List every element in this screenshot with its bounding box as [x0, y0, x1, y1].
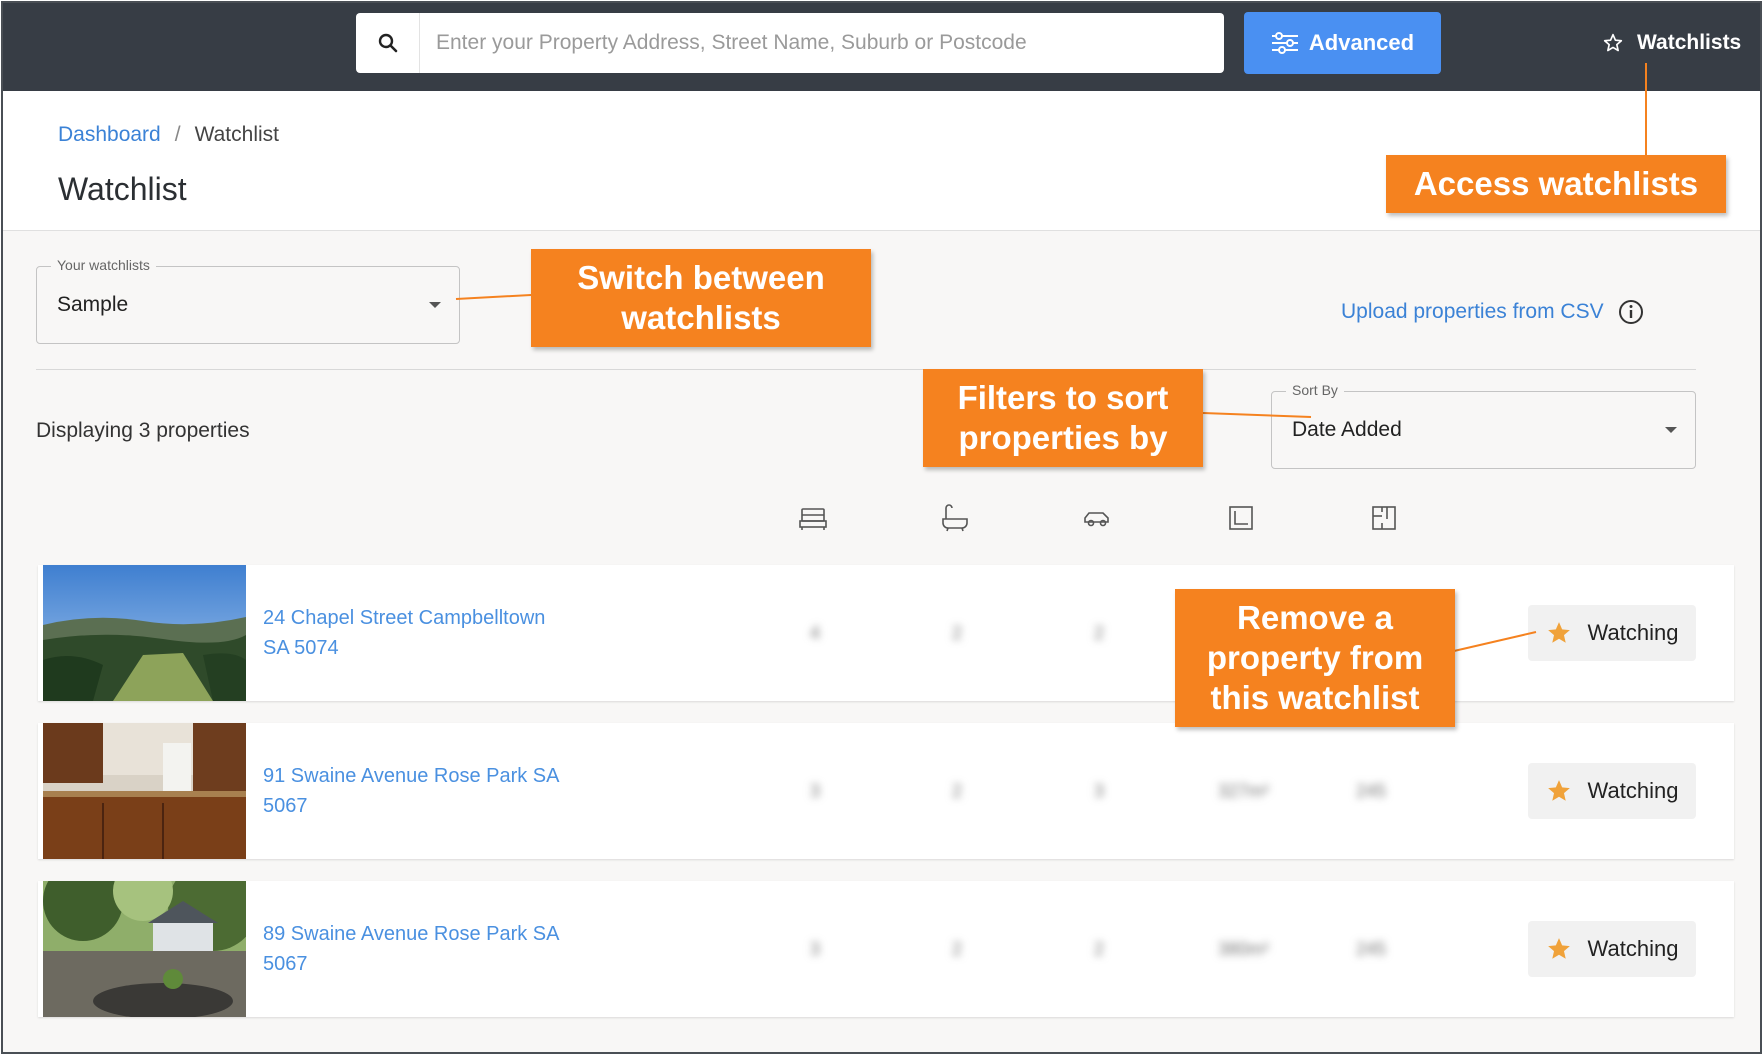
bed-count: 3 — [810, 781, 821, 801]
search-button[interactable] — [356, 13, 420, 73]
advanced-search-button[interactable]: Advanced — [1244, 12, 1441, 74]
watching-toggle-button[interactable]: Watching — [1528, 921, 1696, 977]
sliders-icon — [1271, 32, 1298, 54]
search-input[interactable] — [420, 15, 1224, 71]
bath-count: 2 — [952, 781, 963, 801]
breadcrumb-separator: / — [174, 123, 181, 146]
property-photo[interactable] — [43, 881, 246, 1017]
watchlist-select-value: Sample — [57, 293, 129, 316]
upload-csv-label: Upload properties from CSV — [1341, 300, 1604, 323]
property-photo[interactable] — [43, 565, 246, 701]
chevron-down-icon — [429, 302, 441, 308]
watching-label: Watching — [1587, 936, 1679, 961]
callout-remove-text-2: property from — [1206, 639, 1424, 676]
property-photo-kitchen — [43, 723, 246, 859]
callout-access-watchlists: Access watchlists — [1386, 155, 1726, 213]
callout-access-text: Access watchlists — [1413, 165, 1699, 202]
property-photo-landscape — [43, 565, 246, 701]
watchlists-label: Watchlists — [1637, 31, 1742, 54]
callout-filters-text-2: properties by — [958, 419, 1168, 456]
star-filled-icon — [1547, 780, 1570, 801]
watching-label: Watching — [1587, 778, 1679, 803]
address-line-2: SA 5074 — [263, 637, 339, 659]
advanced-label: Advanced — [1308, 30, 1415, 55]
property-photo[interactable] — [43, 723, 246, 859]
property-address-link[interactable]: 89 Swaine Avenue Rose Park SA 5067 — [263, 919, 603, 979]
sort-select-value: Date Added — [1292, 418, 1402, 441]
floor-plan-icon — [1372, 506, 1396, 530]
land-size-value: 327m² — [1218, 781, 1270, 801]
address-line-2: 5067 — [263, 795, 308, 817]
app-frame: Advanced Watchlists Dashboard / Watchlis… — [1, 1, 1762, 1054]
star-filled-icon — [1547, 938, 1570, 959]
divider — [36, 369, 1696, 370]
top-bar: Advanced Watchlists — [3, 3, 1760, 91]
bed-count: 4 — [810, 623, 821, 643]
callout-sort-filters: Filters to sort properties by — [923, 369, 1203, 467]
address-line-2: 5067 — [263, 953, 308, 975]
callout-remove-text-1: Remove a — [1237, 599, 1393, 636]
breadcrumb-dashboard-link[interactable]: Dashboard — [58, 123, 161, 147]
sort-select-legend: Sort By — [1286, 382, 1344, 398]
floor-area-value: 245 — [1356, 939, 1387, 959]
car-count: 3 — [1094, 781, 1105, 801]
callout-remove-text-3: this watchlist — [1210, 679, 1420, 716]
property-address-link[interactable]: 24 Chapel Street Campbelltown SA 5074 — [263, 603, 603, 663]
bed-count: 3 — [810, 939, 821, 959]
land-size-value: 380m² — [1218, 939, 1270, 959]
property-address-link[interactable]: 91 Swaine Avenue Rose Park SA 5067 — [263, 761, 603, 821]
address-line-1: 91 Swaine Avenue Rose Park SA — [263, 765, 560, 787]
callout-filters-text-1: Filters to sort — [957, 379, 1169, 416]
car-count: 2 — [1094, 939, 1105, 959]
page-title: Watchlist — [58, 171, 187, 207]
land-size-icon — [1229, 506, 1253, 530]
info-icon[interactable] — [1618, 299, 1644, 325]
address-line-1: 89 Swaine Avenue Rose Park SA — [263, 923, 560, 945]
car-count: 2 — [1094, 623, 1105, 643]
bath-icon — [942, 504, 968, 532]
bath-count: 2 — [952, 939, 963, 959]
property-photo-garden — [43, 881, 246, 1017]
callout-switch-text-1: Switch between — [577, 259, 825, 296]
watchlist-select-legend: Your watchlists — [51, 257, 156, 273]
upload-csv-link[interactable]: Upload properties from CSV — [1341, 299, 1644, 325]
callout-switch-watchlists: Switch between watchlists — [531, 249, 871, 347]
watchlist-select[interactable]: Your watchlists Sample — [36, 257, 460, 344]
watching-label: Watching — [1587, 620, 1679, 645]
breadcrumb-current: Watchlist — [194, 123, 279, 146]
property-row[interactable]: 89 Swaine Avenue Rose Park SA 5067 3 2 2… — [38, 881, 1734, 1017]
floor-area-value: 245 — [1356, 781, 1387, 801]
display-count: Displaying 3 properties — [36, 419, 250, 442]
bath-count: 2 — [952, 623, 963, 643]
car-icon — [1084, 512, 1109, 527]
address-line-1: 24 Chapel Street Campbelltown — [263, 607, 546, 629]
search-icon — [378, 33, 397, 53]
callout-remove-property: Remove a property from this watchlist — [1175, 589, 1455, 727]
watching-toggle-button[interactable]: Watching — [1528, 605, 1696, 661]
search-bar — [356, 13, 1224, 73]
sort-select[interactable]: Sort By Date Added — [1271, 382, 1696, 469]
bed-icon — [799, 508, 827, 530]
chevron-down-icon — [1665, 427, 1677, 433]
star-outline-icon — [1603, 33, 1623, 52]
property-row[interactable]: 91 Swaine Avenue Rose Park SA 5067 3 2 3… — [38, 723, 1734, 859]
watching-toggle-button[interactable]: Watching — [1528, 763, 1696, 819]
watchlists-nav-link[interactable]: Watchlists — [1603, 25, 1741, 61]
star-filled-icon — [1547, 622, 1570, 643]
breadcrumb: Dashboard / Watchlist — [58, 123, 279, 147]
property-row[interactable]: 24 Chapel Street Campbelltown SA 5074 4 … — [38, 565, 1734, 701]
callout-switch-text-2: watchlists — [621, 299, 781, 336]
